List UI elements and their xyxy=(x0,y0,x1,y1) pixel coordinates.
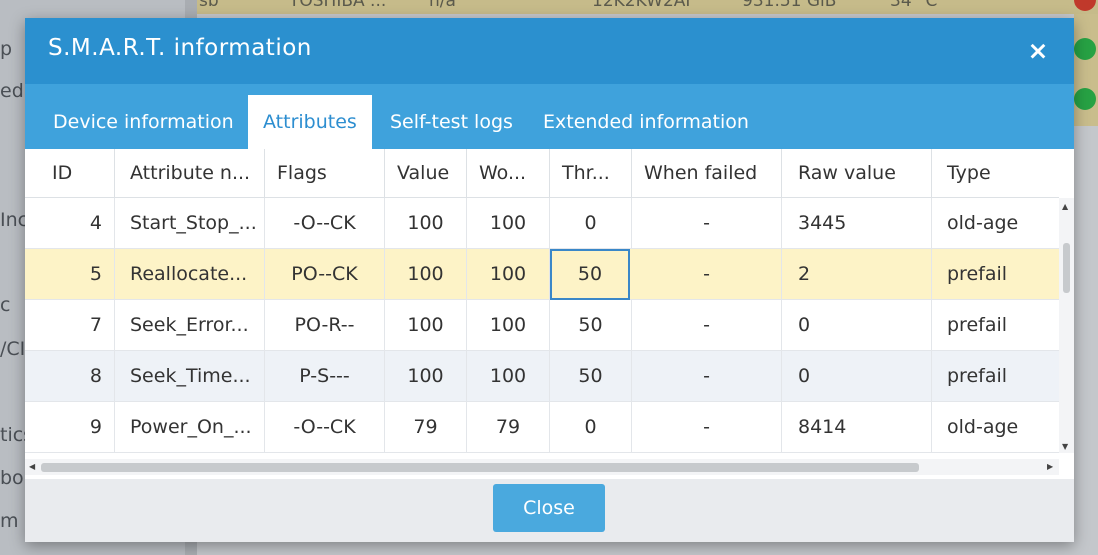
cell-id: 9 xyxy=(25,402,115,453)
table-header: ID Attribute n... Flags Value Wo... Thr.… xyxy=(25,149,1059,198)
dialog-header: S.M.A.R.T. information × xyxy=(25,18,1074,84)
background-text: Inc xyxy=(0,209,29,231)
cell-flags: P-S--- xyxy=(265,351,385,402)
cell-value: 100 xyxy=(385,249,467,300)
vertical-scrollbar[interactable]: ▲ ▼ xyxy=(1059,198,1074,453)
cell-attribute-name: Power_On_... xyxy=(115,402,265,453)
cell-attribute-name: Start_Stop_... xyxy=(115,198,265,249)
scrollbar-corner xyxy=(1059,453,1074,479)
cell-threshold: 0 xyxy=(550,402,632,453)
status-green-icon xyxy=(1074,38,1096,60)
tab-self-test-logs[interactable]: Self-test logs xyxy=(375,95,528,149)
cell-type: old-age xyxy=(947,416,1019,438)
cell-threshold-focused[interactable]: 50 xyxy=(550,249,630,300)
tab-extended-information[interactable]: Extended information xyxy=(528,95,764,149)
cell-type: prefail xyxy=(947,263,1008,285)
column-header-worst[interactable]: Wo... xyxy=(467,149,550,198)
cell-worst: 100 xyxy=(467,300,550,351)
cell-raw-value: 8414 xyxy=(782,402,932,453)
horizontal-scrollbar[interactable]: ◀ ▶ xyxy=(25,459,1059,475)
close-button[interactable]: Close xyxy=(493,484,605,532)
cell-id: 8 xyxy=(25,351,115,402)
scroll-right-icon[interactable]: ▶ xyxy=(1047,462,1053,471)
cell-when-failed: - xyxy=(632,300,782,351)
cell-id: 5 xyxy=(25,249,115,300)
cell-value: 100 xyxy=(385,351,467,402)
column-header-raw-value[interactable]: Raw value xyxy=(782,149,932,198)
table-row[interactable]: 4 Start_Stop_... -O--CK 100 100 0 - 3445… xyxy=(25,198,1059,249)
column-header-when-failed[interactable]: When failed xyxy=(632,149,782,198)
cell-type: prefail xyxy=(947,314,1008,336)
close-icon[interactable]: × xyxy=(1025,38,1051,64)
cell-flags: PO--CK xyxy=(265,249,385,300)
cell-type: prefail xyxy=(947,365,1008,387)
cell-id: 4 xyxy=(25,198,115,249)
table-row[interactable]: 8 Seek_Time... P-S--- 100 100 50 - 0 pre… xyxy=(25,351,1059,402)
column-header-attribute-name[interactable]: Attribute n... xyxy=(115,149,265,198)
background-cell: sb xyxy=(199,0,219,11)
cell-worst: 100 xyxy=(467,198,550,249)
background-cell: 931.51 GiB xyxy=(742,0,837,11)
cell-type: old-age xyxy=(947,212,1019,234)
background-text: p xyxy=(0,38,13,60)
background-text: ed xyxy=(0,80,24,102)
table-row-selected[interactable]: 5 Reallocate... PO--CK 100 100 50 - 2 pr… xyxy=(25,249,1059,300)
cell-threshold: 0 xyxy=(550,198,632,249)
cell-raw-value: 3445 xyxy=(782,198,932,249)
cell-id: 7 xyxy=(25,300,115,351)
status-green-icon xyxy=(1074,88,1096,110)
cell-flags: PO-R-- xyxy=(265,300,385,351)
cell-threshold: 50 xyxy=(550,351,632,402)
cell-worst: 100 xyxy=(467,249,550,300)
background-text: bo xyxy=(0,467,24,489)
vertical-scroll-thumb[interactable] xyxy=(1063,243,1070,293)
column-header-value[interactable]: Value xyxy=(385,149,467,198)
tab-device-information[interactable]: Device information xyxy=(38,95,249,149)
background-disk-row: sb TOSHIBA ... n/a 12K2KW2AI 931.51 GiB … xyxy=(197,0,1098,14)
cell-value: 100 xyxy=(385,300,467,351)
cell-attribute-name: Reallocate... xyxy=(115,249,265,300)
smart-dialog: S.M.A.R.T. information × Device informat… xyxy=(25,18,1074,542)
attributes-table: ID Attribute n... Flags Value Wo... Thr.… xyxy=(25,149,1074,479)
background-cell: n/a xyxy=(429,0,456,11)
cell-worst: 100 xyxy=(467,351,550,402)
table-row[interactable]: 9 Power_On_... -O--CK 79 79 0 - 8414 old… xyxy=(25,402,1059,453)
cell-worst: 79 xyxy=(467,402,550,453)
table-row[interactable]: 7 Seek_Error... PO-R-- 100 100 50 - 0 pr… xyxy=(25,300,1059,351)
cell-value: 79 xyxy=(385,402,467,453)
background-text: m xyxy=(0,510,19,532)
column-header-flags[interactable]: Flags xyxy=(265,149,385,198)
cell-when-failed: - xyxy=(632,351,782,402)
cell-raw-value: 0 xyxy=(782,300,932,351)
column-header-type[interactable]: Type xyxy=(932,149,1059,198)
background-cell: 34 °C xyxy=(890,0,938,11)
dialog-title: S.M.A.R.T. information xyxy=(48,35,312,61)
cell-when-failed: - xyxy=(632,198,782,249)
cell-flags: -O--CK xyxy=(265,402,385,453)
tab-bar: Device information Attributes Self-test … xyxy=(25,84,1074,149)
horizontal-scroll-thumb[interactable] xyxy=(41,463,919,472)
cell-raw-value: 2 xyxy=(782,249,932,300)
cell-when-failed: - xyxy=(632,249,782,300)
tab-attributes[interactable]: Attributes xyxy=(248,95,372,149)
cell-raw-value: 0 xyxy=(782,351,932,402)
background-cell: 12K2KW2AI xyxy=(592,0,691,11)
background-text: c xyxy=(0,294,11,316)
column-header-threshold[interactable]: Thr... xyxy=(550,149,632,198)
cell-attribute-name: Seek_Error... xyxy=(115,300,265,351)
cell-attribute-name: Seek_Time... xyxy=(115,351,265,402)
cell-flags: -O--CK xyxy=(265,198,385,249)
scroll-left-icon[interactable]: ◀ xyxy=(29,462,35,471)
scroll-up-icon[interactable]: ▲ xyxy=(1062,202,1068,211)
cell-value: 100 xyxy=(385,198,467,249)
scroll-down-icon[interactable]: ▼ xyxy=(1062,442,1068,451)
cell-threshold: 50 xyxy=(550,300,632,351)
cell-when-failed: - xyxy=(632,402,782,453)
column-header-id[interactable]: ID xyxy=(25,149,115,198)
background-cell: TOSHIBA ... xyxy=(289,0,387,11)
